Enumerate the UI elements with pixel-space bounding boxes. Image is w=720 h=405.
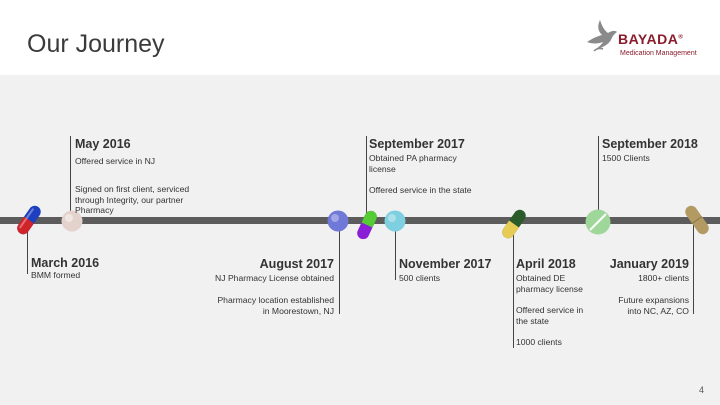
event-title: January 2019 [609, 257, 689, 271]
connector-line [693, 224, 694, 314]
event-text: 1800+ clients [638, 273, 689, 283]
event-title: March 2016 [31, 256, 100, 270]
event-text: Future expansions into NC, AZ, CO [618, 295, 689, 316]
event-title: May 2016 [75, 137, 131, 151]
event-text: BMM formed [31, 270, 81, 280]
event-text: Signed on first client, serviced through… [75, 184, 190, 215]
event-text: NJ Pharmacy License obtained [215, 273, 334, 283]
event-text: 1500 Clients [602, 153, 650, 163]
event-text: Offered service in the state [516, 305, 584, 326]
event-title: April 2018 [516, 257, 576, 271]
light-blue-round-pill-icon [384, 210, 406, 232]
event-text: Offered service in the state [369, 185, 472, 195]
connector-line [70, 136, 71, 218]
connector-line [513, 224, 514, 348]
page-number: 4 [698, 385, 704, 395]
connector-line [395, 224, 396, 280]
green-scored-pill-icon [585, 209, 611, 235]
blue-round-pill-icon [327, 210, 349, 232]
event-text: Pharmacy location established in Moorest… [217, 295, 334, 316]
bird-icon [587, 20, 617, 52]
event-title: September 2017 [369, 137, 465, 151]
page-title: Our Journey [27, 30, 165, 58]
logo-name: BAYADA® [618, 31, 684, 47]
purple-green-capsule-icon [357, 210, 377, 240]
logo-subtitle: Medication Management [620, 50, 697, 57]
green-yellow-capsule-icon [502, 209, 526, 239]
connector-line [339, 224, 340, 314]
event-title: August 2017 [259, 257, 334, 271]
event-text: Offered service in NJ [75, 156, 156, 166]
connector-line [598, 136, 599, 218]
event-text: 500 clients [399, 273, 441, 283]
event-text: Obtained PA pharmacy license [369, 153, 457, 174]
event-text: 1000 clients [516, 337, 562, 347]
event-title: September 2018 [602, 137, 698, 151]
event-text: Obtained DE pharmacy license [516, 273, 583, 294]
event-title: November 2017 [399, 257, 492, 271]
header: Our Journey BAYADA® Medication Managemen… [0, 0, 720, 75]
red-blue-capsule-icon [17, 205, 41, 235]
tan-capsule-icon [685, 205, 709, 235]
bayada-logo: BAYADA® Medication Management [584, 18, 697, 62]
